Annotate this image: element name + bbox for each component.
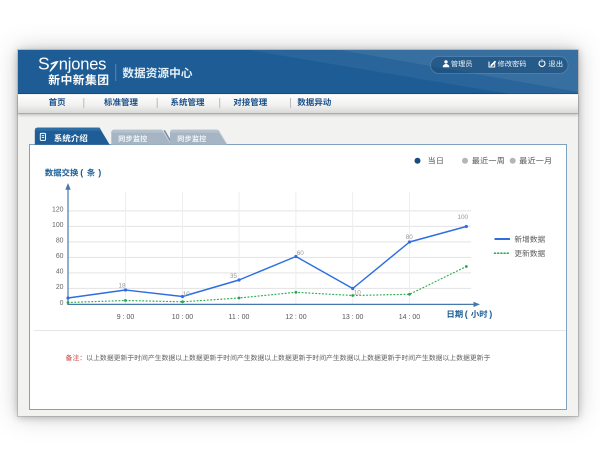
- svg-text:): ): [489, 309, 492, 319]
- svg-text:(: (: [465, 309, 468, 319]
- svg-text:35: 35: [230, 273, 238, 280]
- svg-text:9 : 00: 9 : 00: [117, 314, 135, 321]
- svg-text:20: 20: [56, 284, 64, 291]
- svg-text:100: 100: [457, 214, 468, 221]
- svg-text:100: 100: [52, 222, 64, 229]
- svg-text:80: 80: [406, 234, 414, 241]
- svg-text:12 : 00: 12 : 00: [285, 314, 307, 321]
- svg-text:(: (: [80, 168, 83, 178]
- svg-text:10 : 00: 10 : 00: [172, 314, 194, 321]
- svg-text:120: 120: [52, 207, 64, 214]
- svg-text:40: 40: [56, 269, 64, 276]
- svg-text:10: 10: [354, 289, 362, 296]
- svg-text:60: 60: [56, 253, 64, 260]
- svg-text:11 : 00: 11 : 00: [229, 314, 250, 321]
- svg-text:18: 18: [118, 282, 126, 289]
- svg-text:14 : 00: 14 : 00: [399, 314, 421, 321]
- svg-text:60: 60: [297, 250, 305, 257]
- svg-text:80: 80: [56, 238, 64, 245]
- svg-text:10: 10: [183, 291, 191, 298]
- svg-text:0: 0: [60, 300, 64, 307]
- svg-text:S: S: [38, 54, 50, 74]
- svg-text:13 : 00: 13 : 00: [342, 314, 364, 321]
- svg-text:njones: njones: [59, 56, 106, 74]
- svg-text:): ): [98, 168, 101, 178]
